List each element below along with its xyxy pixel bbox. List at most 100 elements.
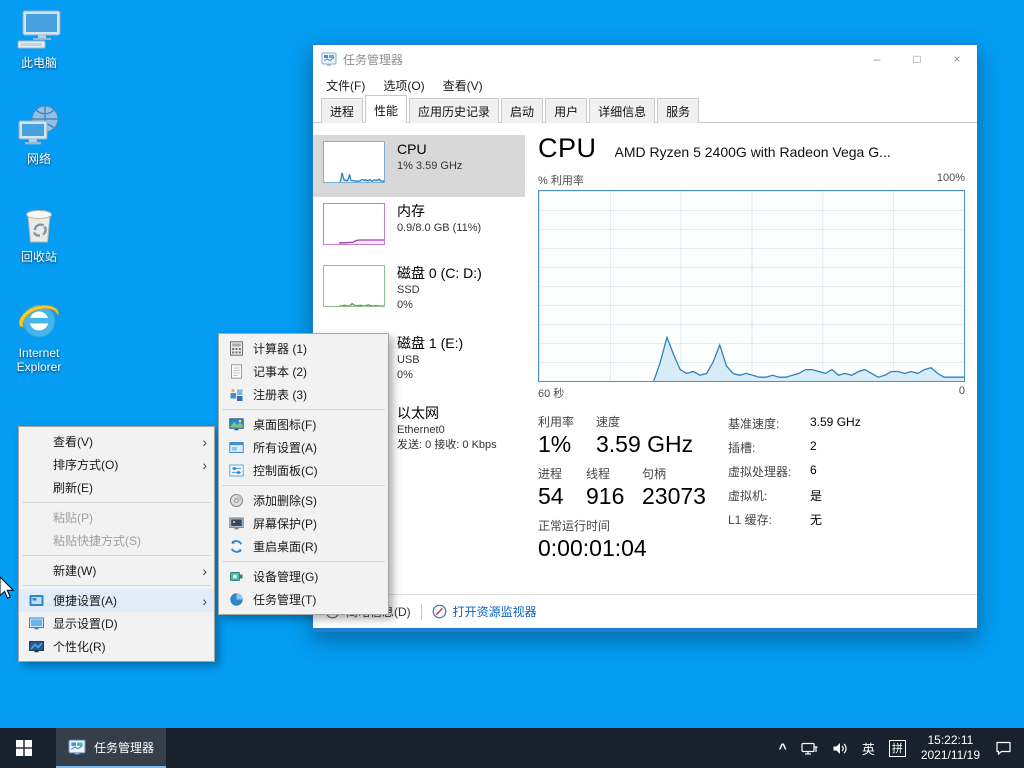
cpu-big-stats: 利用率 1% 速度 3.59 GHz 进程 54 线程 916 — [538, 413, 724, 562]
taskbar-app-label: 任务管理器 — [94, 739, 154, 756]
menu-item-personalize[interactable]: 个性化(R) — [19, 635, 214, 658]
tab-bar: 进程 性能 应用历史记录 启动 用户 详细信息 服务 — [313, 97, 977, 123]
menu-separator — [222, 409, 385, 410]
start-button[interactable] — [0, 728, 48, 768]
cpu-mini-chart — [323, 141, 385, 183]
tab-services[interactable]: 服务 — [657, 98, 699, 123]
notepad-icon — [222, 364, 250, 379]
submenu-item-task-manager[interactable]: 任务管理(T) — [219, 588, 388, 611]
open-resource-monitor-link[interactable]: 打开资源监视器 — [432, 603, 537, 620]
tab-performance[interactable]: 性能 — [365, 95, 407, 123]
menu-item-quick-settings[interactable]: 便捷设置(A) › — [19, 589, 214, 612]
submenu-arrow-icon: › — [202, 594, 207, 608]
ime-indicator[interactable]: 拼 — [882, 728, 913, 768]
l1-cache-value: 无 — [810, 511, 822, 528]
stat-label: 线程 — [586, 465, 642, 482]
tab-processes[interactable]: 进程 — [321, 98, 363, 123]
tab-app-history[interactable]: 应用历史记录 — [409, 98, 499, 123]
desktop-context-menu: 查看(V) › 排序方式(O) › 刷新(E) 粘贴(P) 粘贴快捷方式(S) … — [18, 426, 215, 662]
submenu-item-add-remove[interactable]: 添加删除(S) — [219, 489, 388, 512]
restart-desktop-icon — [222, 539, 250, 554]
menu-item-sort-by[interactable]: 排序方式(O) › — [19, 453, 214, 476]
desktop-icon-recycle-bin[interactable]: 回收站 — [2, 200, 76, 264]
menu-item-view[interactable]: 查看(V) › — [19, 430, 214, 453]
submenu-item-notepad[interactable]: 记事本 (2) — [219, 360, 388, 383]
language-indicator[interactable]: 英 — [855, 728, 882, 768]
windows-logo-icon — [16, 740, 32, 756]
menu-separator — [22, 555, 211, 556]
quick-settings-icon — [22, 593, 50, 608]
submenu-item-control-panel[interactable]: 控制面板(C) — [219, 459, 388, 482]
desktop-icon-label: 网络 — [2, 152, 76, 166]
stat-label: 速度 — [596, 413, 714, 430]
tray-chevron-up[interactable]: ^ — [772, 728, 794, 768]
stat-label: 句柄 — [642, 465, 724, 482]
stat-handles: 23073 — [642, 483, 724, 510]
control-panel-icon — [222, 463, 250, 478]
cpu-model-name: AMD Ryzen 5 2400G with Radeon Vega G... — [615, 144, 891, 160]
cpu-panel: CPU AMD Ryzen 5 2400G with Radeon Vega G… — [526, 123, 977, 594]
close-button[interactable]: × — [937, 45, 977, 73]
desktop-icon-this-pc[interactable]: 此电脑 — [2, 6, 76, 70]
base-speed-value: 3.59 GHz — [810, 415, 861, 432]
menu-options[interactable]: 选项(O) — [374, 74, 433, 97]
mouse-cursor — [0, 576, 16, 600]
stat-speed: 3.59 GHz — [596, 431, 714, 458]
tab-startup[interactable]: 启动 — [501, 98, 543, 123]
submenu-item-registry[interactable]: 注册表 (3) — [219, 383, 388, 406]
clock-date: 2021/11/19 — [921, 748, 980, 763]
tab-users[interactable]: 用户 — [545, 98, 587, 123]
network-icon — [15, 102, 63, 150]
minimize-button[interactable]: – — [857, 45, 897, 73]
menu-item-display-settings[interactable]: 显示设置(D) — [19, 612, 214, 635]
cpu-details: 基准速度: 3.59 GHz 插槽: 2 虚拟处理器: 6 虚拟机: 是 L1 … — [728, 413, 861, 562]
sidebar-item-cpu[interactable]: CPU 1% 3.59 GHz — [313, 135, 525, 197]
menu-separator — [22, 502, 211, 503]
uptime-value: 0:00:01:04 — [538, 535, 647, 562]
disk0-mini-chart — [323, 265, 385, 307]
menu-separator — [222, 485, 385, 486]
cpu-heading: CPU — [538, 133, 597, 164]
add-remove-icon — [222, 493, 250, 508]
task-manager-window: 任务管理器 – □ × 文件(F) 选项(O) 查看(V) 进程 性能 应用历史… — [312, 44, 978, 632]
menu-item-new[interactable]: 新建(W) › — [19, 559, 214, 582]
submenu-item-desktop-icons[interactable]: 桌面图标(F) — [219, 413, 388, 436]
menu-item-refresh[interactable]: 刷新(E) — [19, 476, 214, 499]
virtual-machine-value: 是 — [810, 487, 822, 504]
virtual-processors-value: 6 — [810, 463, 817, 480]
desktop-icon-network[interactable]: 网络 — [2, 102, 76, 166]
divider — [421, 604, 422, 620]
x-axis-right: 0 — [959, 385, 965, 401]
internet-explorer-icon — [15, 296, 63, 344]
cpu-utilization-chart[interactable] — [538, 190, 965, 382]
title-bar[interactable]: 任务管理器 – □ × — [313, 45, 977, 73]
tab-details[interactable]: 详细信息 — [589, 98, 655, 123]
memory-mini-chart — [323, 203, 385, 245]
submenu-item-device-manager[interactable]: 设备管理(G) — [219, 565, 388, 588]
sidebar-item-disk0[interactable]: 磁盘 0 (C: D:) SSD 0% — [313, 259, 525, 329]
desktop: { "desktop": { "icons": [ { "name": "thi… — [0, 0, 1024, 768]
volume-tray-icon[interactable] — [825, 728, 855, 768]
submenu-item-restart-desktop[interactable]: 重启桌面(R) — [219, 535, 388, 558]
menu-separator — [222, 561, 385, 562]
action-center-button[interactable] — [988, 728, 1024, 768]
network-tray-icon[interactable] — [794, 728, 825, 768]
submenu-arrow-icon: › — [202, 458, 207, 472]
action-center-icon — [995, 740, 1012, 756]
desktop-icon-internet-explorer[interactable]: Internet Explorer — [2, 296, 76, 374]
clock-time: 15:22:11 — [921, 733, 980, 748]
device-manager-icon — [222, 569, 250, 584]
taskbar-app-task-manager[interactable]: 任务管理器 — [56, 728, 166, 768]
menu-bar: 文件(F) 选项(O) 查看(V) — [313, 73, 977, 97]
menu-file[interactable]: 文件(F) — [317, 74, 374, 97]
maximize-button[interactable]: □ — [897, 45, 937, 73]
screensaver-icon — [222, 516, 250, 531]
submenu-item-screensaver[interactable]: 屏幕保护(P) — [219, 512, 388, 535]
sidebar-item-memory[interactable]: 内存 0.9/8.0 GB (11%) — [313, 197, 525, 259]
menu-view[interactable]: 查看(V) — [434, 74, 492, 97]
submenu-item-calculator[interactable]: 计算器 (1) — [219, 337, 388, 360]
clock[interactable]: 15:22:11 2021/11/19 — [913, 728, 988, 768]
task-manager-icon — [68, 738, 86, 756]
submenu-item-all-settings[interactable]: 所有设置(A) — [219, 436, 388, 459]
taskbar: 任务管理器 ^ 英 拼 15:22:11 — [0, 728, 1024, 768]
